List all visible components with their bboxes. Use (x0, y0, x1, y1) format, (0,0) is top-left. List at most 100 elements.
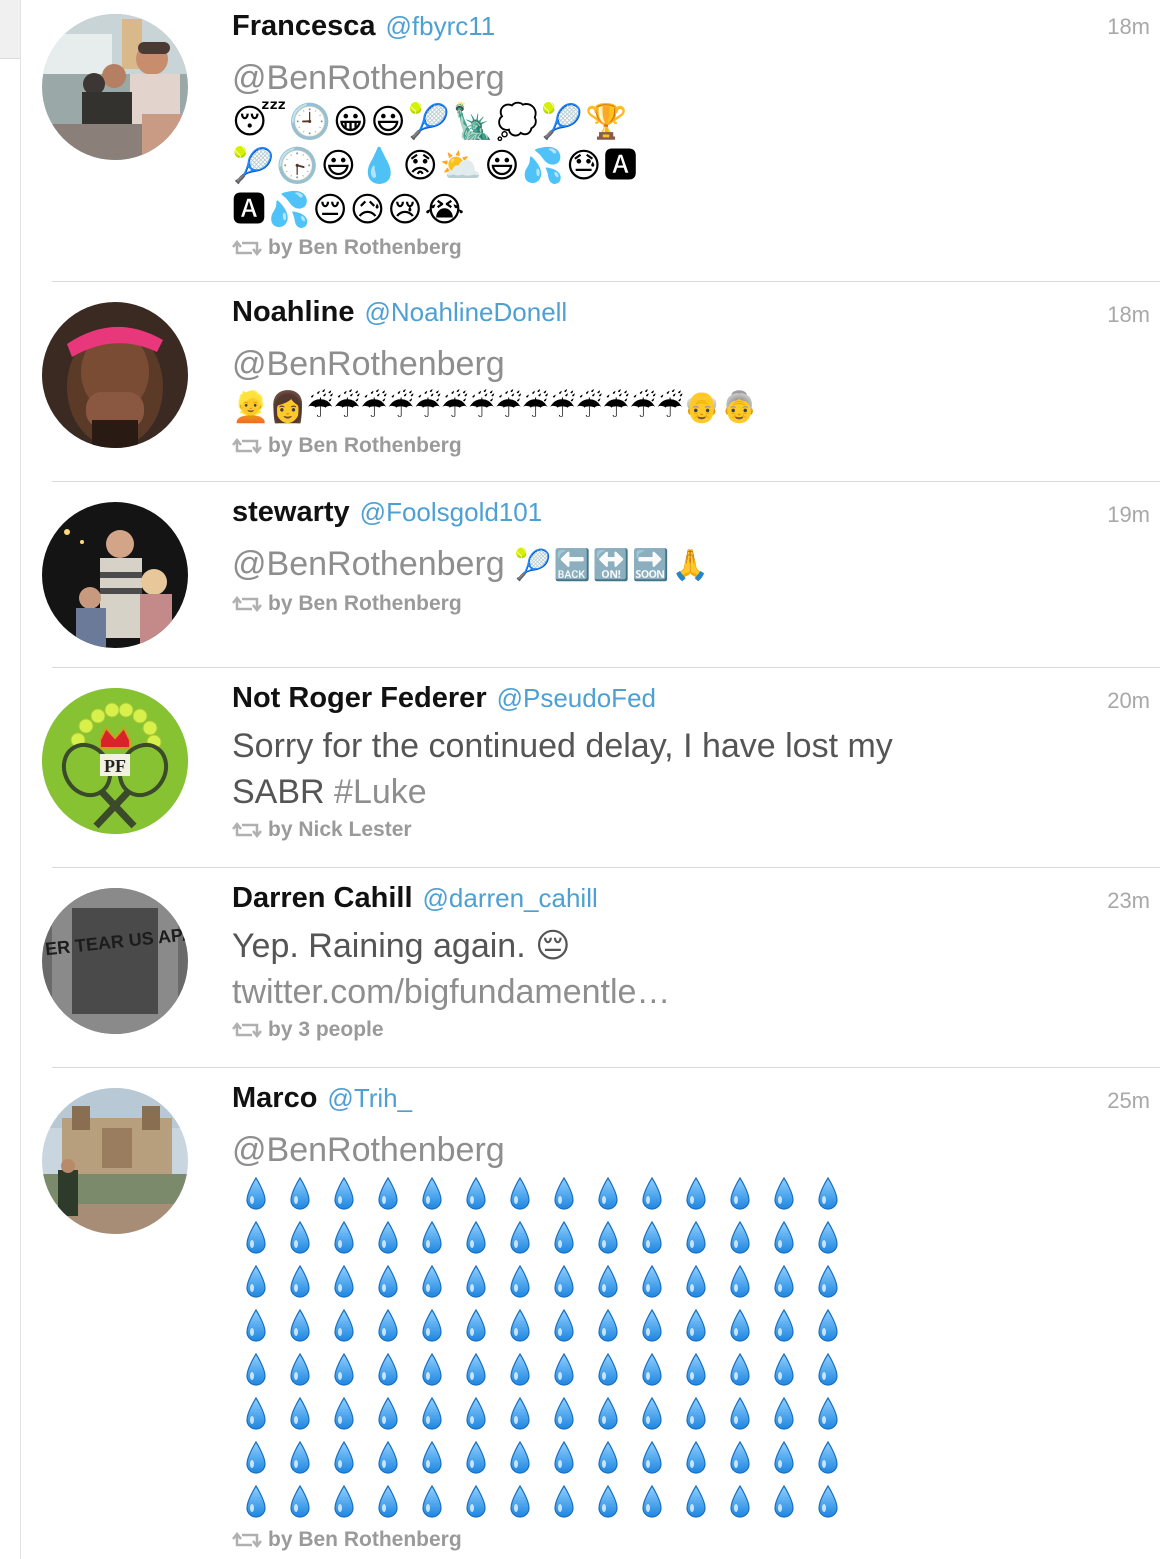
droplet-icon (410, 1172, 454, 1216)
author-handle[interactable]: @Foolsgold101 (360, 497, 543, 527)
tweet-item[interactable]: stewarty @Foolsgold101 @BenRothenberg 🎾🔙🔛… (22, 482, 1160, 668)
timestamp[interactable]: 19m (1107, 502, 1150, 528)
droplet-icon (718, 1260, 762, 1304)
author-handle[interactable]: @Trih_ (327, 1083, 412, 1113)
photo-avatar-monaco-casino-icon (42, 1088, 188, 1234)
author-name[interactable]: stewarty (232, 496, 350, 528)
droplet-icon (806, 1172, 850, 1216)
tweet-item[interactable]: Marco @Trih_ @BenRothenberg by Ben Rothen… (22, 1068, 1160, 1559)
droplet-icon (762, 1304, 806, 1348)
timestamp[interactable]: 18m (1107, 302, 1150, 328)
droplet-icon (542, 1172, 586, 1216)
timestamp[interactable]: 20m (1107, 688, 1150, 714)
droplet-icon (454, 1172, 498, 1216)
droplet-icon (718, 1216, 762, 1260)
mention-link[interactable]: @BenRothenberg (232, 545, 505, 583)
retweet-attribution[interactable]: by Ben Rothenberg (232, 592, 1130, 616)
droplet-icon (410, 1436, 454, 1480)
timestamp[interactable]: 18m (1107, 14, 1150, 40)
droplet-icon (542, 1436, 586, 1480)
droplet-icon (454, 1348, 498, 1392)
mention-link[interactable]: @BenRothenberg (232, 1131, 505, 1169)
droplet-icon (806, 1348, 850, 1392)
droplet-icon (234, 1216, 278, 1260)
retweet-icon (232, 1021, 262, 1039)
author-handle[interactable]: @fbyrc11 (386, 11, 496, 41)
droplet-icon (498, 1392, 542, 1436)
retweet-icon (232, 1531, 262, 1549)
droplet-icon (410, 1348, 454, 1392)
retweet-label[interactable]: by Ben Rothenberg (268, 236, 462, 260)
droplet-icon (586, 1348, 630, 1392)
droplet-icon (322, 1216, 366, 1260)
droplet-icon (630, 1260, 674, 1304)
author-handle[interactable]: @NoahlineDonell (364, 297, 567, 327)
emoji-line: 👱👩☔☔☔☔☔☔☔☔☔☔☔☔☔☔👴👵 (232, 391, 758, 424)
avatar[interactable]: PF (42, 688, 188, 834)
droplet-icon (322, 1436, 366, 1480)
mention-link[interactable]: @BenRothenberg (232, 59, 505, 97)
droplet-icon (498, 1216, 542, 1260)
droplet-icon (718, 1348, 762, 1392)
retweet-icon (232, 821, 262, 839)
hashtag-link[interactable]: #Luke (334, 773, 427, 811)
retweet-attribution[interactable]: by 3 people (232, 1018, 1130, 1042)
emoji-line: 🎾🕞😃💧😟⛅😃💦😓🅰 (232, 147, 640, 185)
tweet-item[interactable]: NEVER TEAR US APART Darren Cahill @darren… (22, 868, 1160, 1068)
retweet-label[interactable]: by Ben Rothenberg (268, 434, 462, 458)
left-rail-tab[interactable] (0, 0, 20, 59)
avatar[interactable] (42, 302, 188, 448)
tweet-item[interactable]: Noahline @NoahlineDonell @BenRothenberg 👱… (22, 282, 1160, 482)
droplet-icon (586, 1392, 630, 1436)
droplet-icon (674, 1172, 718, 1216)
tweet-text-continued: SABR (232, 773, 325, 811)
avatar[interactable] (42, 502, 188, 648)
author-name[interactable]: Francesca (232, 10, 376, 42)
avatar[interactable] (42, 1088, 188, 1234)
droplet-icon (234, 1304, 278, 1348)
author-name[interactable]: Noahline (232, 296, 354, 328)
retweet-label[interactable]: by Ben Rothenberg (268, 1528, 462, 1552)
retweet-label[interactable]: by Nick Lester (268, 818, 412, 842)
droplet-icon (410, 1260, 454, 1304)
photo-avatar-group-night-icon (42, 502, 188, 648)
retweet-label[interactable]: by 3 people (268, 1018, 384, 1042)
droplet-icon (762, 1392, 806, 1436)
emoji-line: 🅰💦😔😥😢😭 (232, 191, 467, 229)
droplet-icon (278, 1172, 322, 1216)
mention-link[interactable]: @BenRothenberg (232, 345, 505, 383)
droplet-icon (498, 1348, 542, 1392)
droplet-icon (674, 1392, 718, 1436)
droplet-icon (498, 1480, 542, 1524)
tweet-link[interactable]: twitter.com/bigfundamentle… (232, 973, 670, 1011)
retweet-attribution[interactable]: by Ben Rothenberg (232, 236, 1130, 260)
droplet-icon (630, 1436, 674, 1480)
droplet-icon (674, 1480, 718, 1524)
droplet-icon (366, 1172, 410, 1216)
avatar[interactable] (42, 14, 188, 160)
tweet-item[interactable]: PF Not Roger Federer @PseudoFed Sorry for… (22, 668, 1160, 868)
author-handle[interactable]: @PseudoFed (497, 683, 656, 713)
droplet-icon (718, 1392, 762, 1436)
retweet-attribution[interactable]: by Ben Rothenberg (232, 1528, 1130, 1552)
tweet-item[interactable]: Francesca @fbyrc11 @BenRothenberg 😴🕘😀😃🎾🗽💭… (22, 0, 1160, 282)
retweet-icon (232, 437, 262, 455)
droplet-icon (762, 1436, 806, 1480)
droplet-icon (542, 1260, 586, 1304)
author-handle[interactable]: @darren_cahill (423, 883, 598, 913)
retweet-attribution[interactable]: by Nick Lester (232, 818, 1130, 842)
timestamp[interactable]: 23m (1107, 888, 1150, 914)
droplet-icon (366, 1304, 410, 1348)
droplet-icon (234, 1172, 278, 1216)
droplet-icon (498, 1436, 542, 1480)
droplet-icon (366, 1348, 410, 1392)
timestamp[interactable]: 25m (1107, 1088, 1150, 1114)
droplet-emoji-grid (234, 1172, 1130, 1524)
droplet-icon (234, 1480, 278, 1524)
retweet-attribution[interactable]: by Ben Rothenberg (232, 434, 1130, 458)
author-name[interactable]: Not Roger Federer (232, 682, 487, 714)
avatar[interactable]: NEVER TEAR US APART (42, 888, 188, 1034)
retweet-label[interactable]: by Ben Rothenberg (268, 592, 462, 616)
author-name[interactable]: Marco (232, 1082, 317, 1114)
author-name[interactable]: Darren Cahill (232, 882, 413, 914)
